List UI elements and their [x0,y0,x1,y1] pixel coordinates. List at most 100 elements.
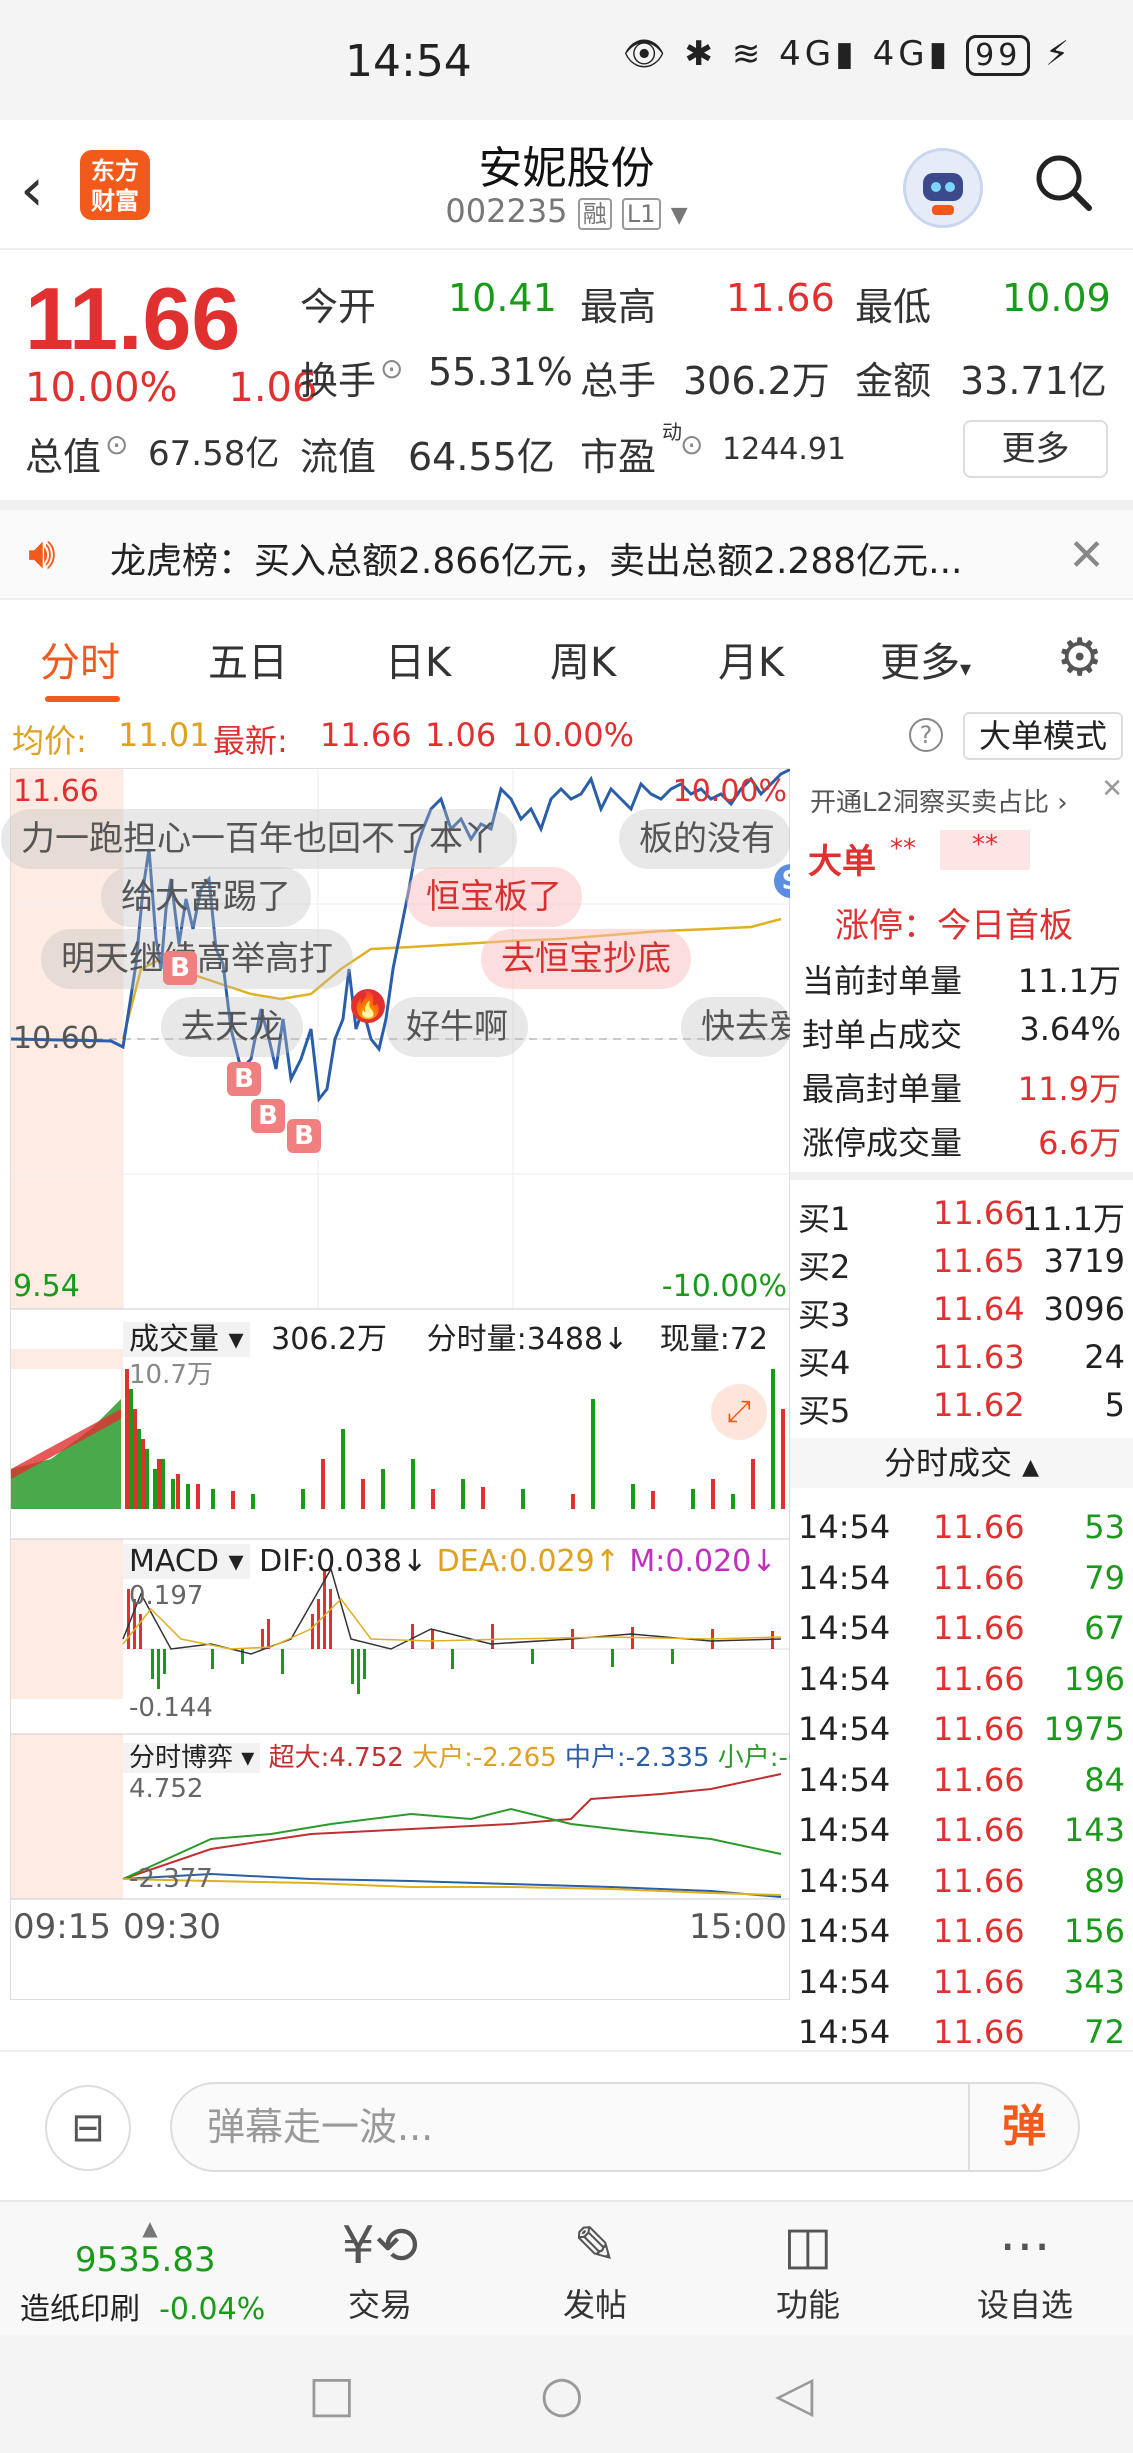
buy-mark[interactable]: B [251,1099,285,1133]
fire-icon[interactable]: 🔥 [351,989,385,1023]
nav-post[interactable]: ✎ 发帖 [525,2212,665,2326]
more-button[interactable]: 更多 [963,420,1108,478]
battery-indicator: 99 [966,35,1031,76]
tick-price: 11.66 [933,1710,1025,1748]
tick-price: 11.66 [933,1861,1025,1900]
game-selector[interactable]: 分时博弈 ▾ [123,1743,261,1773]
pe-label: 市盈 [580,435,657,479]
buy-mark[interactable]: B [163,951,197,985]
bid-vol: 11.1万 [1021,1200,1125,1238]
big-order-mode-button[interactable]: 大单模式 [962,712,1123,760]
bid-vol: 5 [1104,1386,1125,1424]
banner-text[interactable]: 龙虎榜：买入总额2.866亿元，卖出总额2.288亿元... [110,532,962,584]
info-icon[interactable]: ⊙ [680,428,703,461]
nav-functions[interactable]: ◫ 功能 [738,2212,878,2326]
bid-label: 买2 [798,1248,851,1286]
time-axis-close: 15:00 [689,1907,787,1947]
tab-weekly-k[interactable]: 周K [550,630,616,688]
volume-bars [11,1369,785,1509]
macd-header: MACD ▾ DIF:0.038↓ DEA:0.029↑ M:0.020↓ [123,1544,791,1579]
latest-label: 最新: [213,722,288,760]
time-axis-open: 09:30 [123,1907,221,1947]
danmu-placeholder: 弹幕走一波... [207,2105,434,2149]
macd-selector[interactable]: MACD ▾ [123,1544,250,1579]
back-nav-icon[interactable]: ◁ [775,2365,813,2423]
latest-pct: 10.00% [512,716,635,754]
level-tag: L1 [621,198,661,230]
danmu-bubble[interactable]: 去天龙 [161,997,303,1057]
danmu-bubble[interactable]: 板的没有 [619,809,791,869]
danmu-input[interactable]: 弹幕走一波... 弹 [170,2082,1080,2172]
nav-add-watchlist[interactable]: ⋯ 设自选 [955,2212,1095,2326]
info-icon[interactable]: ⊙ [105,428,128,461]
pct-axis-top: 10.00% [672,774,787,809]
current-price: 11.66 [25,269,241,368]
danmu-bubble[interactable]: 去恒宝抄底 [481,929,691,989]
tab-daily-k[interactable]: 日K [385,630,451,688]
premarket-shade [11,1539,123,1699]
tick-price: 11.66 [933,1962,1025,2001]
turnover-label: 换手 [300,359,377,403]
danmu-bubble[interactable]: 快去爱 [681,997,791,1057]
danmu-bubble[interactable]: 明天继续高举高打 [41,929,353,989]
y-axis-top: 11.66 [13,774,99,809]
expand-icon[interactable]: ⤢ [711,1384,767,1440]
seal-label: 涨停成交量 [802,1124,963,1162]
dragon-tiger-banner[interactable]: 🔊︎ 龙虎榜：买入总额2.866亿元，卖出总额2.288亿元... ✕ [0,500,1133,600]
tab-fenshi[interactable]: 分时 [40,630,120,688]
tick-volume: 53 [1084,1508,1125,1546]
macd-bars [122,1567,782,1694]
nav-label: 发帖 [562,2286,627,2324]
game-mid: 中户:-2.335 [564,1743,710,1773]
sector-index[interactable]: ▲ 9535.83 造纸印刷 -0.04% [20,2216,280,2328]
tick-price: 11.66 [933,1508,1025,1546]
bid-label: 买3 [798,1296,851,1334]
avg-value: 11.01 [118,716,210,754]
edit-icon: ✎ [573,2216,617,2276]
danmu-settings-icon[interactable]: ⊟ [45,2085,131,2171]
status-bar: 14:54 👁 ✱ ≋ 4G▮ 4G▮ 99 ⚡ [0,0,1133,120]
danmu-bubble[interactable]: 给大富踢了 [101,867,311,927]
nav-label: 设自选 [976,2286,1073,2324]
recents-icon[interactable]: □ [308,2365,355,2423]
danmu-bubble[interactable]: 好牛啊 [386,997,528,1057]
danmu-send-button[interactable]: 弹 [968,2084,1078,2170]
mktcap-value: 67.58亿 [148,434,280,474]
mktcap-label: 总值 [25,435,102,479]
tab-5day[interactable]: 五日 [208,630,288,688]
tick-time: 14:54 [798,1962,891,2001]
title-bar: ‹ 东方 财富 安妮股份 002235 融 L1 ▼ [0,120,1133,250]
tick-volume: 343 [1063,1962,1125,2001]
close-icon[interactable]: ✕ [1068,530,1105,581]
pe-superscript: 动 [662,420,682,444]
robot-avatar-icon[interactable] [903,148,983,228]
intraday-chart[interactable]: 11.66 10.60 9.54 10.00% -10.00% 力一跑担心一百年… [1,768,862,2000]
system-nav: □ ○ ◁ [0,2335,1133,2453]
bid-vol: 3096 [1043,1290,1125,1328]
info-icon[interactable]: ⊙ [380,352,403,385]
danmu-bubble[interactable]: 力一跑担心一百年也回不了本丫 [1,809,517,869]
tick-time: 14:54 [798,1811,891,1849]
volume-selector[interactable]: 成交量 ▾ [123,1322,250,1357]
tab-monthly-k[interactable]: 月K [718,630,784,688]
tick-time: 14:54 [798,1558,891,1597]
ticks-header[interactable]: 分时成交 ▲ [790,1438,1133,1488]
help-icon[interactable]: ? [909,718,943,752]
tick-price: 11.66 [933,1912,1025,1950]
tick-volume: 72 [1084,2013,1125,2051]
l2-promo[interactable]: 开通L2洞察买卖占比 › [810,782,1068,819]
change-pct: 10.00% [25,365,178,411]
nav-trade[interactable]: ¥⟲ 交易 [310,2212,450,2326]
tick-volume: 196 [1063,1659,1125,1698]
gear-icon[interactable]: ⚙ [1056,628,1103,688]
buy-mark[interactable]: B [227,1062,261,1096]
search-icon[interactable] [1031,150,1095,214]
danmu-bubble[interactable]: 恒宝板了 [406,867,582,927]
home-icon[interactable]: ○ [540,2365,584,2423]
buy-mark[interactable]: B [287,1119,321,1153]
big-order-stars: ** [890,834,916,864]
tab-more[interactable]: 更多▾ [880,630,971,688]
volume-label: 总手 [580,359,657,403]
close-icon[interactable]: ✕ [1101,774,1123,804]
bid-label: 买4 [798,1344,851,1382]
